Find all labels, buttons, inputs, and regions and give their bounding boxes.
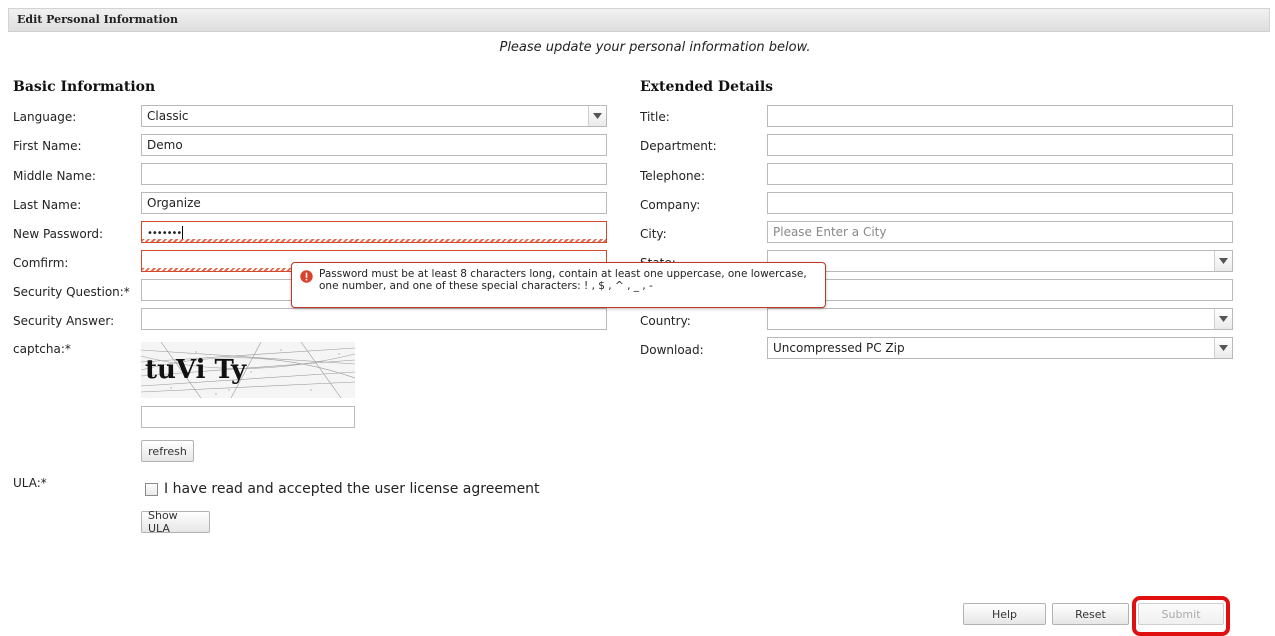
- country-select[interactable]: [767, 308, 1233, 330]
- middle-name-label: Middle Name:: [13, 169, 96, 183]
- error-icon: [300, 270, 313, 283]
- ula-label: ULA:*: [13, 476, 47, 490]
- help-button[interactable]: Help: [963, 603, 1046, 625]
- first-name-label: First Name:: [13, 139, 82, 153]
- chevron-down-icon[interactable]: [1214, 251, 1232, 271]
- form-subtitle: Please update your personal information …: [499, 40, 811, 55]
- city-field[interactable]: Please Enter a City: [767, 221, 1233, 243]
- captcha-text: tuVi Ty: [145, 355, 247, 385]
- security-answer-field[interactable]: [141, 308, 607, 330]
- captcha-label: captcha:*: [13, 342, 71, 356]
- text-cursor: [182, 225, 184, 240]
- show-ula-button[interactable]: Show ULA: [141, 509, 210, 535]
- telephone-field[interactable]: [767, 163, 1233, 185]
- captcha-image: tuVi Ty: [141, 342, 355, 398]
- language-label: Language:: [13, 110, 77, 124]
- zip-field[interactable]: [767, 279, 1233, 301]
- ula-checkbox[interactable]: [145, 482, 158, 496]
- telephone-label: Telephone:: [640, 169, 705, 183]
- city-placeholder: Please Enter a City: [773, 225, 887, 239]
- error-message-line-2: one number, and one of these special cha…: [319, 280, 653, 292]
- download-label: Download:: [640, 343, 704, 357]
- captcha-input[interactable]: [141, 406, 355, 428]
- download-value: Uncompressed PC Zip: [773, 341, 905, 355]
- extended-details-title: Extended Details: [640, 79, 774, 95]
- company-field[interactable]: [767, 192, 1233, 214]
- refresh-captcha-button[interactable]: refresh: [141, 440, 194, 462]
- first-name-value: Demo: [147, 138, 183, 152]
- last-name-label: Last Name:: [13, 198, 82, 212]
- middle-name-field[interactable]: [141, 163, 607, 185]
- last-name-field[interactable]: Organize: [141, 192, 607, 214]
- title-label: Title:: [640, 110, 670, 124]
- company-label: Company:: [640, 198, 701, 212]
- last-name-value: Organize: [147, 196, 201, 210]
- country-label: Country:: [640, 314, 691, 328]
- title-field[interactable]: [767, 105, 1233, 127]
- new-password-label: New Password:: [13, 227, 104, 241]
- city-label: City:: [640, 227, 667, 241]
- language-value: Classic: [147, 109, 189, 123]
- ula-checkbox-label[interactable]: I have read and accepted the user licens…: [164, 481, 540, 497]
- security-answer-label: Security Answer:: [13, 314, 115, 328]
- reset-button[interactable]: Reset: [1052, 603, 1129, 625]
- panel-title: Edit Personal Information: [8, 8, 1270, 32]
- submit-highlight-box: [1132, 596, 1230, 636]
- basic-info-title: Basic Information: [13, 79, 156, 95]
- language-select[interactable]: Classic: [141, 105, 607, 127]
- confirm-label: Comfirm:: [13, 256, 69, 270]
- security-question-label: Security Question:*: [13, 285, 130, 299]
- state-select[interactable]: [767, 250, 1233, 272]
- chevron-down-icon[interactable]: [588, 106, 606, 126]
- chevron-down-icon[interactable]: [1214, 338, 1232, 358]
- chevron-down-icon[interactable]: [1214, 309, 1232, 329]
- new-password-field[interactable]: •••••••: [141, 221, 607, 243]
- password-error-tooltip: Password must be at least 8 characters l…: [291, 262, 826, 308]
- department-field[interactable]: [767, 134, 1233, 156]
- first-name-field[interactable]: Demo: [141, 134, 607, 156]
- download-select[interactable]: Uncompressed PC Zip: [767, 337, 1233, 359]
- department-label: Department:: [640, 139, 717, 153]
- new-password-value: •••••••: [147, 228, 182, 239]
- error-message-line-1: Password must be at least 8 characters l…: [319, 268, 807, 280]
- ula-checkbox-row[interactable]: I have read and accepted the user licens…: [145, 481, 540, 497]
